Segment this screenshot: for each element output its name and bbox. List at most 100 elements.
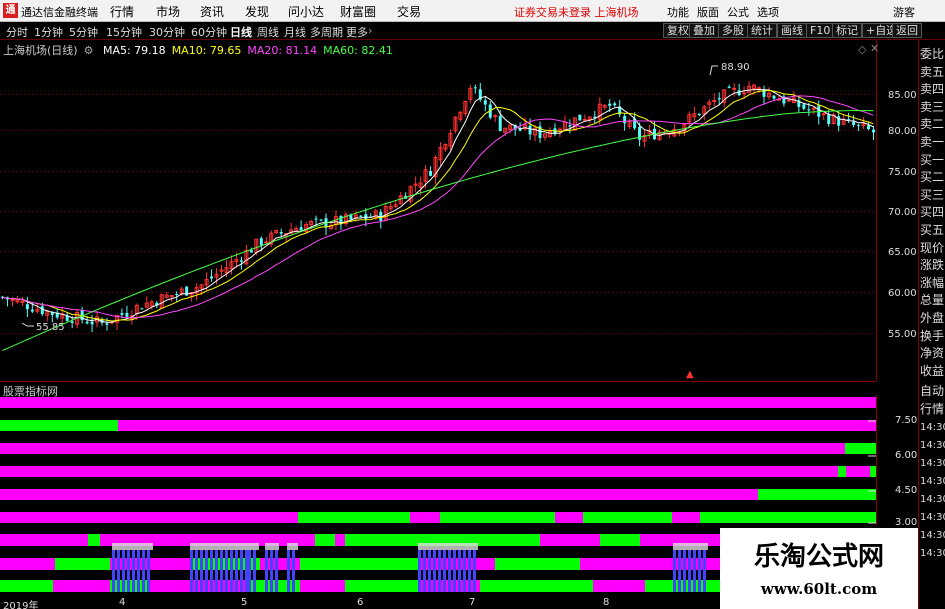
- side-item[interactable]: 买二: [920, 169, 945, 186]
- menu-xuanxiang[interactable]: 选项: [757, 4, 779, 20]
- signal-bar: [190, 550, 193, 592]
- side-item[interactable]: 买五: [920, 222, 945, 239]
- signal-bar: [292, 550, 295, 592]
- ma5-label: MA5: 79.18: [102, 44, 166, 57]
- candle-body: [807, 109, 811, 111]
- period-weekly[interactable]: 周线: [257, 24, 279, 40]
- menu-faxian[interactable]: 发现: [245, 3, 269, 20]
- signal-bar: [678, 550, 681, 592]
- menu-shichang[interactable]: 市场: [156, 3, 180, 20]
- signal-band: [495, 558, 580, 570]
- candle-body: [90, 321, 94, 325]
- candle-body: [125, 312, 129, 317]
- biaoji-button[interactable]: 标记: [832, 23, 862, 38]
- period-15min[interactable]: 15分钟: [106, 24, 142, 40]
- side-item[interactable]: 总量: [920, 292, 945, 309]
- candle-body: [528, 125, 532, 135]
- period-multi[interactable]: 多周期: [310, 24, 343, 40]
- period-daily[interactable]: 日线: [230, 24, 252, 40]
- side-item[interactable]: 卖四: [920, 81, 945, 98]
- menu-bar: 通 通达信金融终端 行情 市场 资讯 发现 问小达 财富圈 交易 证券交易未登录…: [0, 0, 945, 22]
- indicator-band: [845, 443, 876, 454]
- side-item[interactable]: 现价: [920, 240, 945, 257]
- signal-bar: [433, 550, 436, 592]
- date-axis: 2019年 4 5 6 7 8: [0, 597, 720, 609]
- menu-jiaoyi[interactable]: 交易: [397, 3, 421, 20]
- date-label: 4: [119, 597, 126, 608]
- price-tick: 60.00: [888, 288, 917, 299]
- side-item[interactable]: 买三: [920, 187, 945, 204]
- signal-bar: [200, 550, 203, 592]
- signal-chart[interactable]: [0, 530, 720, 597]
- side-item[interactable]: 净资: [920, 345, 945, 362]
- side-lower-item: 自动: [920, 384, 945, 398]
- close-icon[interactable]: ✕: [870, 42, 879, 55]
- candle-body: [811, 107, 816, 110]
- side-item[interactable]: 卖五: [920, 64, 945, 81]
- side-item[interactable]: 买四: [920, 204, 945, 221]
- side-item[interactable]: 卖二: [920, 116, 945, 133]
- indicator-tick: 4.50: [895, 485, 918, 496]
- menu-wenxiaoda[interactable]: 问小达: [288, 3, 324, 20]
- price-tick: 80.00: [888, 126, 917, 137]
- side-item[interactable]: 买一: [920, 152, 945, 169]
- period-monthly[interactable]: 月线: [284, 24, 306, 40]
- signal-bar: [453, 550, 456, 592]
- side-item[interactable]: 涨跌: [920, 257, 945, 274]
- signal-bar: [423, 550, 426, 592]
- expand-icon[interactable]: ◇: [858, 43, 866, 56]
- candlestick-chart[interactable]: 88.90 55.85 ▲ 85.00 80.00 75.00 70.00 65…: [0, 40, 918, 381]
- side-item[interactable]: 卖三: [920, 99, 945, 116]
- duogu-button[interactable]: 多股: [718, 23, 748, 38]
- candle-body: [314, 218, 318, 220]
- period-5min[interactable]: 5分钟: [69, 24, 98, 40]
- signal-bar: [147, 550, 150, 592]
- tongji-button[interactable]: 统计: [747, 23, 777, 38]
- guest-login[interactable]: 游客: [893, 4, 915, 20]
- candle-body: [85, 321, 89, 324]
- settings-icon[interactable]: ⚙: [84, 44, 94, 57]
- menu-caifuquan[interactable]: 财富圈: [340, 3, 376, 20]
- period-more[interactable]: 更多: [346, 24, 368, 40]
- indicator-band: [583, 512, 672, 523]
- period-fenshi[interactable]: 分时: [6, 24, 28, 40]
- indicator-tick: 3.00: [895, 517, 918, 528]
- chevron-right-icon[interactable]: ›: [368, 24, 372, 37]
- period-60min[interactable]: 60分钟: [191, 24, 227, 40]
- chart-title[interactable]: 上海机场(日线): [3, 44, 78, 57]
- period-30min[interactable]: 30分钟: [149, 24, 185, 40]
- menu-gongneng[interactable]: 功能: [667, 4, 689, 20]
- signal-bar: [458, 550, 461, 592]
- menu-gongshi[interactable]: 公式: [727, 4, 749, 20]
- signal-bar: [253, 550, 256, 592]
- login-notice[interactable]: 证券交易未登录 上海机场: [514, 4, 639, 20]
- side-item[interactable]: 委比: [920, 46, 945, 63]
- signal-bar: [195, 550, 198, 592]
- signal-bar: [428, 550, 431, 592]
- menu-zixun[interactable]: 资讯: [200, 3, 224, 20]
- back-button[interactable]: 返回: [892, 23, 922, 38]
- menu-hangqing[interactable]: 行情: [110, 3, 134, 20]
- candle-body: [757, 87, 762, 90]
- side-item[interactable]: 收益: [920, 363, 945, 380]
- period-1min[interactable]: 1分钟: [34, 24, 63, 40]
- candle-body: [867, 125, 871, 130]
- signal-bar: [215, 550, 218, 592]
- signal-bar: [265, 550, 268, 592]
- side-lower-item: 14:30: [920, 548, 945, 559]
- side-item[interactable]: 外盘: [920, 310, 945, 327]
- candle-body: [857, 124, 861, 126]
- side-item[interactable]: 涨幅: [920, 275, 945, 292]
- side-item[interactable]: 卖一: [920, 134, 945, 151]
- menu-banmian[interactable]: 版面: [697, 4, 719, 20]
- huaxian-button[interactable]: 画线: [777, 23, 807, 38]
- diejia-button[interactable]: 叠加: [689, 23, 719, 38]
- side-item[interactable]: 换手: [920, 328, 945, 345]
- candle-body: [697, 113, 701, 116]
- candle-body: [359, 215, 363, 217]
- signal-band: [420, 558, 495, 570]
- candle-body: [473, 87, 477, 89]
- signal-band: [300, 580, 345, 592]
- indicator-chart[interactable]: [0, 395, 876, 525]
- f10-button[interactable]: F10: [806, 23, 835, 38]
